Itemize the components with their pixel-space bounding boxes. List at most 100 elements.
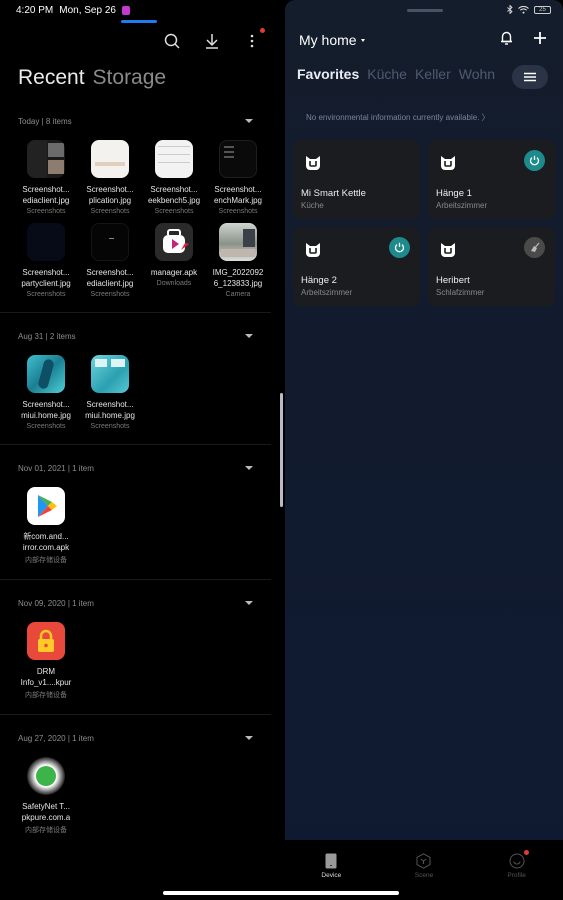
file-thumbnail [91, 223, 129, 261]
file-item[interactable]: Screenshot... miui.home.jpg Screenshots [14, 355, 78, 430]
collapse-chevron-icon[interactable] [245, 466, 253, 470]
tab-kueche[interactable]: Küche [367, 66, 407, 82]
file-item[interactable]: Screenshot... plication.jpg Screenshots [78, 140, 142, 215]
file-name: IMG_2022092 6_123833.jpg [212, 268, 264, 288]
search-button[interactable] [163, 32, 181, 50]
bell-icon[interactable] [500, 31, 513, 45]
file-thumbnail [27, 223, 65, 261]
more-options-button[interactable] [243, 28, 265, 50]
mi-home-logo-icon [306, 156, 320, 170]
file-item[interactable]: Screenshot... enchMark.jpg Screenshots [206, 140, 270, 215]
file-item[interactable]: IMG_2022092 6_123833.jpg Camera [206, 223, 270, 298]
file-group-today: Today | 8 items Screenshot... ediaclient.… [0, 110, 271, 313]
tab-favorites[interactable]: Favorites [297, 66, 359, 82]
tab-storage[interactable]: Storage [93, 66, 167, 90]
file-thumbnail [91, 140, 129, 178]
tab-wohn[interactable]: Wohn [459, 66, 495, 82]
window-drag-handle[interactable] [407, 9, 443, 12]
file-name: Screenshot... enchMark.jpg [213, 185, 263, 205]
more-vert-icon [250, 34, 254, 48]
header-actions [500, 31, 547, 45]
tab-recent[interactable]: Recent [18, 66, 85, 90]
group-title: Today | 8 items [18, 116, 72, 126]
collapse-chevron-icon[interactable] [245, 601, 253, 605]
nav-label: Profile [507, 872, 526, 879]
file-item[interactable]: Screenshot... ediaclient.jpg Screenshots [14, 140, 78, 215]
group-title: Nov 01, 2021 | 1 item [18, 463, 94, 473]
file-group-aug-31: Aug 31 | 2 items Screenshot... miui.home.… [0, 325, 271, 445]
collapse-chevron-icon[interactable] [245, 119, 253, 123]
power-toggle-button[interactable] [524, 150, 545, 171]
file-location: Screenshots [154, 208, 194, 215]
vacuum-action-button[interactable] [524, 237, 545, 258]
broom-icon [531, 242, 540, 252]
room-menu-button[interactable] [512, 65, 548, 89]
device-name: Hänge 2 [301, 275, 337, 286]
file-item[interactable]: DRM Info_v1....kpur 内部存储设备 [14, 622, 78, 700]
profile-notification-badge [523, 850, 529, 855]
tab-keller[interactable]: Keller [415, 66, 451, 82]
split-divider-handle[interactable] [280, 393, 283, 507]
file-location: 内部存储设备 [25, 827, 67, 834]
file-thumbnail [219, 140, 257, 178]
environment-info-link[interactable]: No environmental information currently a… [306, 112, 490, 123]
file-name: Screenshot... plication.jpg [86, 185, 134, 205]
nav-scene[interactable]: Scene [389, 840, 459, 900]
nav-profile[interactable]: Profile [482, 840, 552, 900]
file-name: Screenshot... eekbench5.jpg [147, 185, 201, 205]
device-name: Heribert [436, 275, 470, 286]
add-icon[interactable] [533, 31, 547, 45]
device-card-heribert[interactable]: Heribert Schlafzimmer [428, 227, 555, 306]
dropdown-caret-icon [360, 38, 365, 42]
file-item[interactable]: 新com.and... irror.com.apk 内部存储设备 [14, 487, 78, 565]
nav-label: Device [321, 872, 342, 879]
file-group-aug-27-2020: Aug 27, 2020 | 1 item SafetyNet T... pkpu… [0, 727, 271, 849]
file-location: Screenshots [90, 208, 130, 215]
file-location: Screenshots [218, 208, 258, 215]
device-grid: Mi Smart Kettle Küche Hänge 1 Arbeitszim… [293, 140, 555, 306]
power-toggle-button[interactable] [389, 237, 410, 258]
file-name: Screenshot... miui.home.jpg [21, 400, 71, 420]
file-item[interactable]: Screenshot... ediaclient.jpg Screenshots [78, 223, 142, 298]
group-title: Nov 09, 2020 | 1 item [18, 598, 94, 608]
lock-icon [38, 629, 54, 652]
file-location: 内部存储设备 [25, 692, 67, 699]
file-name: manager.apk [150, 268, 198, 277]
file-name: Screenshot... ediaclient.jpg [22, 185, 70, 205]
collapse-chevron-icon[interactable] [245, 334, 253, 338]
group-title: Aug 31 | 2 items [18, 331, 76, 341]
device-room: Schlafzimmer [436, 288, 485, 297]
file-manager-pane: 4:20 PM Mon, Sep 26 Recent Storage Today… [0, 0, 277, 900]
file-name: Screenshot... ediaclient.jpg [86, 268, 134, 288]
device-card-haenge-2[interactable]: Hänge 2 Arbeitszimmer [293, 227, 420, 306]
file-item[interactable]: manager.apk Downloads [142, 223, 206, 298]
collapse-chevron-icon[interactable] [245, 736, 253, 740]
menu-icon [524, 72, 536, 82]
device-card-haenge-1[interactable]: Hänge 1 Arbeitszimmer [428, 140, 555, 219]
status-time: 4:20 PM [16, 5, 54, 16]
download-button[interactable] [203, 32, 221, 50]
file-item[interactable]: SafetyNet T... pkpure.com.a 内部存储设备 [14, 757, 78, 835]
file-location: Screenshots [26, 208, 66, 215]
status-bar: 4:20 PM Mon, Sep 26 [16, 5, 130, 16]
file-item[interactable]: Screenshot... eekbench5.jpg Screenshots [142, 140, 206, 215]
file-name: SafetyNet T... pkpure.com.a [21, 802, 71, 822]
view-tabs: Recent Storage [18, 66, 166, 90]
battery-icon: 25 [534, 5, 551, 14]
gesture-home-bar[interactable] [163, 891, 399, 895]
file-name: Screenshot... partyclient.jpg [21, 268, 71, 288]
mi-home-logo-icon [441, 156, 455, 170]
device-card-mi-smart-kettle[interactable]: Mi Smart Kettle Küche [293, 140, 420, 219]
file-item[interactable]: Screenshot... partyclient.jpg Screenshots [14, 223, 78, 298]
file-item[interactable]: Screenshot... miui.home.jpg Screenshots [78, 355, 142, 430]
profile-icon [509, 853, 525, 869]
home-selector[interactable]: My home [299, 32, 365, 48]
file-thumbnail [155, 140, 193, 178]
power-icon [394, 242, 405, 253]
mi-home-pane: 25 My home Favorites Küche Keller Wohn N… [285, 0, 563, 900]
file-location: Screenshots [26, 423, 66, 430]
device-room: Arbeitszimmer [301, 288, 353, 297]
download-icon [206, 34, 218, 49]
bluetooth-icon [507, 5, 513, 14]
home-title: My home [299, 32, 357, 48]
